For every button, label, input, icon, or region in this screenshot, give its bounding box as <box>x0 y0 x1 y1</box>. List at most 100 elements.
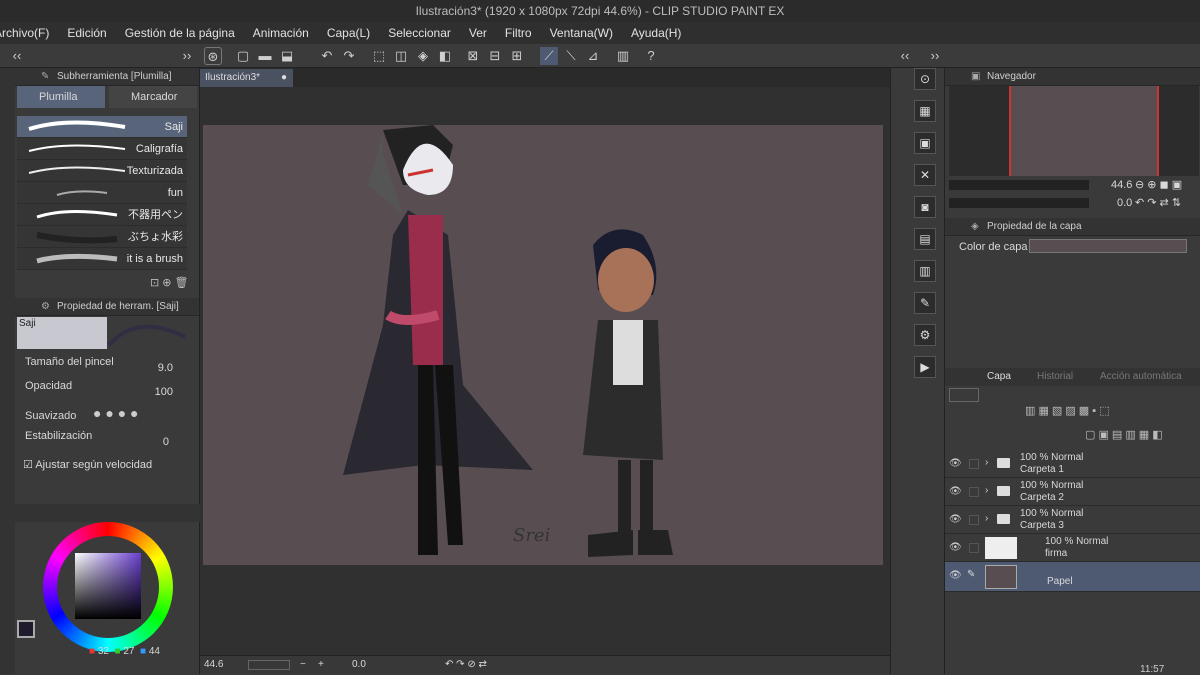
save-icon[interactable]: ⬓ <box>278 47 296 65</box>
undo-icon[interactable]: ↶ <box>318 47 336 65</box>
visibility-icon[interactable]: 👁 <box>949 486 962 498</box>
transform-icon[interactable]: ◈ <box>414 47 432 65</box>
color-square[interactable] <box>75 553 141 619</box>
size-value[interactable]: 9.0 <box>143 362 173 374</box>
select-all-icon[interactable]: ◧ <box>436 47 454 65</box>
open-file-icon[interactable]: ▬ <box>256 47 274 65</box>
status-zoom[interactable]: 44.6 <box>204 656 223 674</box>
menu-animation[interactable]: Animación <box>244 26 318 40</box>
collapse-left-icon[interactable]: ‹‹ <box>8 47 26 65</box>
main-color-swatch[interactable] <box>17 620 35 638</box>
stabilization-value[interactable]: 0 <box>143 436 169 448</box>
clock: 11:57 <box>1140 664 1165 675</box>
clip-studio-icon[interactable]: ⊛ <box>204 47 222 65</box>
tab-marcador[interactable]: Marcador <box>109 86 197 108</box>
brush-item[interactable]: Caligrafía <box>17 138 187 160</box>
navigator-zoom[interactable]: 44.6 <box>1111 179 1132 191</box>
layer-row[interactable]: 👁 › 100 % Normal Carpeta 1 <box>945 450 1200 478</box>
subtool-actions-icon[interactable]: ⊡ ⊕ 🗑 <box>150 276 189 289</box>
zoom-out-icon[interactable]: − <box>300 656 306 674</box>
crop-icon[interactable]: ⊠ <box>464 47 482 65</box>
menu-view[interactable]: Ver <box>460 26 496 40</box>
redo-icon[interactable]: ↷ <box>340 47 358 65</box>
layer-tools-row1[interactable]: ▥ ▦ ▧ ▨ ▩ ▪ ⬚ <box>1025 404 1110 417</box>
navigator-icon: ▣ <box>971 71 981 82</box>
help-icon[interactable]: ? <box>642 47 660 65</box>
pen-icon: ✎ <box>41 71 50 82</box>
visibility-icon[interactable]: 👁 <box>949 570 962 582</box>
layer-color-swatch[interactable] <box>1029 239 1187 253</box>
camera-icon[interactable]: ◙ <box>914 196 936 218</box>
color-panel-tabs[interactable] <box>15 504 200 522</box>
menu-select[interactable]: Seleccionar <box>379 26 460 40</box>
ruler-snap-icon[interactable]: ⟋ <box>540 47 558 65</box>
menu-layer[interactable]: Capa(L) <box>318 26 379 40</box>
visibility-icon[interactable]: 👁 <box>949 514 962 526</box>
zoom-in-icon[interactable]: + <box>318 656 324 674</box>
layer-row[interactable]: 👁 › 100 % Normal Carpeta 2 <box>945 478 1200 506</box>
brush-item[interactable]: Texturizada <box>17 160 187 182</box>
layer-row-selected[interactable]: 👁 ✎ Papel <box>945 562 1200 592</box>
folder-icon <box>997 486 1010 496</box>
grid-snap-icon[interactable]: ⊿ <box>584 47 602 65</box>
layer-tools-row2[interactable]: ▢ ▣ ▤ ▥ ▦ ◧ <box>1085 428 1163 441</box>
tab-accion[interactable]: Acción automática <box>1100 368 1182 386</box>
opacity-value[interactable]: 100 <box>143 386 173 398</box>
menu-edit[interactable]: Edición <box>58 26 115 40</box>
layer-row[interactable]: 👁 › 100 % Normal Carpeta 3 <box>945 506 1200 534</box>
fill-icon[interactable]: ◫ <box>392 47 410 65</box>
status-angle[interactable]: 0.0 <box>352 656 366 674</box>
visibility-icon[interactable]: 👁 <box>949 458 962 470</box>
rotate-icons[interactable]: ↶ ↷ ⊘ ⇄ <box>445 656 487 674</box>
clear-selection-icon[interactable]: ⬚ <box>370 47 388 65</box>
menu-filter[interactable]: Filtro <box>496 26 541 40</box>
expand-icon[interactable]: ›› <box>926 47 944 65</box>
brush-preview: Saji <box>17 317 107 349</box>
gear-icon[interactable]: ⚙ <box>914 324 936 346</box>
image-icon[interactable]: ▣ <box>914 132 936 154</box>
animation-icon[interactable]: ▶ <box>914 356 936 378</box>
close-icon[interactable]: ✕ <box>914 164 936 186</box>
grid-icon[interactable]: ▤ <box>914 228 936 250</box>
tab-plumilla[interactable]: Plumilla <box>17 86 105 108</box>
menu-help[interactable]: Ayuda(H) <box>622 26 690 40</box>
navigator-preview[interactable] <box>949 86 1199 176</box>
brush-item[interactable]: Saji <box>17 116 187 138</box>
edit-icon[interactable]: ✎ <box>914 292 936 314</box>
search-icon[interactable]: ⊙ <box>914 68 936 90</box>
speed-checkbox[interactable]: ☑ Ajustar según velocidad <box>23 458 188 471</box>
quick-access-strip: ⊙ ▦ ▣ ✕ ◙ ▤ ▥ ✎ ⚙ ▶ <box>890 68 945 674</box>
special-ruler-icon[interactable]: ⟍ <box>562 47 580 65</box>
material-icon[interactable]: ▦ <box>914 100 936 122</box>
device-icon[interactable]: ▥ <box>614 47 632 65</box>
brush-item[interactable]: 不器用ペン <box>17 204 187 226</box>
brush-item[interactable]: fun <box>17 182 187 204</box>
doc-tab[interactable]: Ilustración3* ● <box>200 69 293 87</box>
navigator-angle[interactable]: 0.0 <box>1117 197 1132 209</box>
menu-window[interactable]: Ventana(W) <box>541 26 622 40</box>
tool-palette-edge[interactable] <box>0 68 15 674</box>
folder-icon <box>997 514 1010 524</box>
blend-mode-select[interactable] <box>949 388 979 402</box>
tab-historial[interactable]: Historial <box>1037 368 1073 386</box>
zoom-slider[interactable] <box>248 660 290 670</box>
navigator-rotate-slider[interactable] <box>949 198 1089 208</box>
collapse-icon[interactable]: ‹‹ <box>896 47 914 65</box>
navigator-rotate-buttons[interactable]: ↶ ↷ ⇄ ⇅ <box>1135 196 1181 209</box>
menu-page[interactable]: Gestión de la página <box>116 26 244 40</box>
table-icon[interactable]: ▥ <box>914 260 936 282</box>
new-file-icon[interactable]: ▢ <box>234 47 252 65</box>
layer-row[interactable]: 👁 100 % Normal firma <box>945 534 1200 562</box>
navigator-zoom-buttons[interactable]: ⊖ ⊕ ◼ ▣ <box>1135 178 1182 191</box>
visibility-icon[interactable]: 👁 <box>949 542 962 554</box>
snap-icon[interactable]: ⊟ <box>486 47 504 65</box>
expand-right-icon[interactable]: ›› <box>178 47 196 65</box>
menu-file[interactable]: Archivo(F) <box>0 26 58 40</box>
navigator-zoom-slider[interactable] <box>949 180 1089 190</box>
brush-item[interactable]: ぶちょ水彩 <box>17 226 187 248</box>
brush-item[interactable]: it is a brush <box>17 248 187 270</box>
smoothing-options[interactable]: ● ● ● ● <box>93 405 139 421</box>
tab-capa[interactable]: Capa <box>987 368 1011 386</box>
ruler-icon[interactable]: ⊞ <box>508 47 526 65</box>
canvas-paper[interactable]: Srei <box>203 125 883 565</box>
